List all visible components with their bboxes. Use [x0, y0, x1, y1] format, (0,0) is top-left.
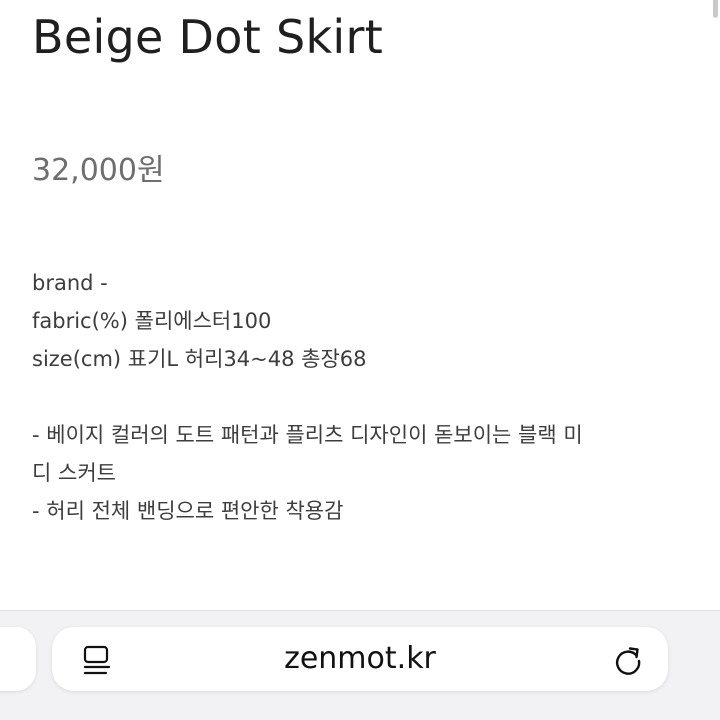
feature-line-2: - 허리 전체 밴딩으로 편안한 착용감	[32, 499, 344, 523]
browser-toolbar: zenmot.kr	[0, 610, 720, 720]
size-line: size(cm) 표기L 허리34~48 총장68	[32, 347, 367, 371]
product-description: brand - fabric(%) 폴리에스터100 size(cm) 표기L …	[32, 264, 692, 530]
address-bar[interactable]: zenmot.kr	[52, 627, 668, 691]
reload-icon[interactable]	[612, 645, 644, 677]
product-title: Beige Dot Skirt	[32, 10, 384, 64]
previous-tab-pill[interactable]	[0, 627, 36, 691]
product-price: 32,000원	[32, 153, 165, 188]
fabric-line: fabric(%) 폴리에스터100	[32, 309, 272, 333]
scrollbar-thumb[interactable]	[713, 0, 718, 18]
url-text[interactable]: zenmot.kr	[52, 641, 668, 676]
feature-line-1a: - 베이지 컬러의 도트 패턴과 플리츠 디자인이 돋보이는 블랙 미	[32, 423, 583, 447]
feature-line-1b: 디 스커트	[32, 461, 116, 485]
product-page: Beige Dot Skirt 32,000원 brand - fabric(%…	[0, 0, 720, 720]
brand-line: brand -	[32, 271, 108, 295]
description-spacer	[32, 378, 692, 416]
